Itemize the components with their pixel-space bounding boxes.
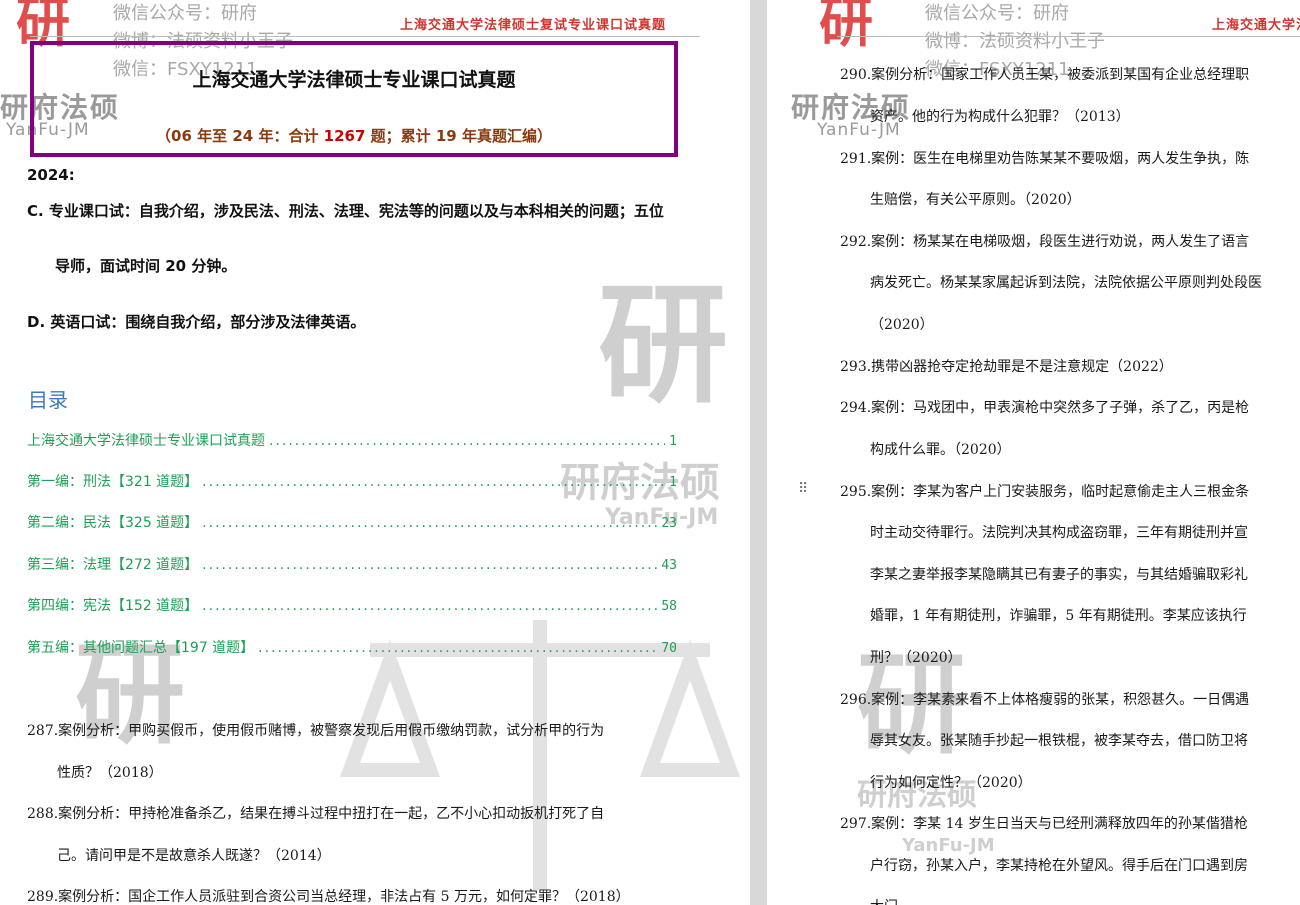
question-text-line: 辱其女友。张某随手抄起一根铁棍，被李某夺去，借口防卫将 [870,733,1248,749]
toc-entry[interactable]: 上海交通大学法律硕士专业课口试真题.......................… [27,430,677,450]
item-c-line1: C. 专业课口试：自我介绍，涉及民法、刑法、法理、宪法等的问题以及与本科相关的问… [27,202,664,220]
question-text-line: 刑？（2020） [870,650,962,666]
question-text-line: 290.案例分析：国家工作人员王某，被委派到某国有企业总经理职 [840,67,1250,83]
running-header: 上海交通大学法 [1212,18,1300,33]
document-subtitle: （06 年至 24 年：合计 1267 题；累计 19 年真题汇编） [156,127,552,145]
item-c-line2: 导师，面试时间 20 分钟。 [55,257,237,275]
question-text-line: 295.案例：李某为客户上门安装服务，临时起意偷走主人三根金条 [840,484,1250,500]
header-rule [837,36,1300,37]
page-gutter [750,0,767,905]
question-text-line: 户行窃，孙某入户，李某持枪在外望风。得手后在门口遇到房 [870,858,1248,874]
toc-entry[interactable]: 第一编：刑法【321 道题】..........................… [27,471,677,491]
watermark-seal-logo: 研 [819,0,873,54]
question-text-line: 289.案例分析：国企工作人员派驻到合资公司当总经理，非法占有 5 万元，如何定… [27,889,630,905]
question-text-line: （2020） [870,317,934,333]
question-text-line: 297.案例：李某 14 岁生日当天与已经刑满释放四年的孙某偕猎枪 [840,816,1248,832]
question-text-line: 病发死亡。杨某某家属起诉到法院，法院依据公平原则判处段医 [870,275,1262,291]
header-rule [30,36,700,37]
toc-entry[interactable]: 第四编：宪法【152 道题】..........................… [27,595,677,615]
question-text-line: 性质？（2018） [57,765,163,781]
question-text-line: 293.携带凶器抢夺定抢劫罪是不是注意规定（2022） [840,359,1173,375]
document-title: 上海交通大学法律硕士专业课口试真题 [192,69,516,91]
question-text-line: 287.案例分析：甲购买假币，使用假币赌博，被警察发现后用假币缴纳罚款，试分析甲… [27,723,605,739]
question-text-line: 296.案例：李某素来看不上体格瘦弱的张某，积怨甚久。一日偶遇 [840,692,1250,708]
question-text-line: 行为如何定性？（2020） [870,775,1032,791]
watermark-brand-en-bottom-right: YanFu-JM [902,835,995,856]
watermark-wechat-official: 微信公众号：研府 [113,3,257,24]
question-text-line: 292.案例：杨某某在电梯吸烟，段医生进行劝说，两人发生了语言 [840,234,1250,250]
question-text-line: 李某之妻举报李某隐瞒其已有妻子的事实，与其结婚骗取彩礼 [870,567,1248,583]
toc-entry[interactable]: 第三编：法理【272 道题】..........................… [27,554,677,574]
year-heading: 2024: [27,166,75,184]
toc-heading: 目录 [28,388,68,412]
question-text-line: 生赔偿，有关公平原则。（2020） [870,192,1081,208]
title-box: 上海交通大学法律硕士专业课口试真题 （06 年至 24 年：合计 1267 题；… [30,41,678,157]
question-text-line: 婚罪，1 年有期徒刑，诈骗罪，5 年有期徒刑。李某应该执行 [870,608,1247,624]
question-text-line: 288.案例分析：甲持枪准备杀乙，结果在搏斗过程中扭打在一起，乙不小心扣动扳机打… [27,806,605,822]
question-text-line: 己。请问甲是不是故意杀人既遂？（2014） [57,848,331,864]
document-page-right: 研 研府法硕 YanFu-JM 研 微信公众号：研府 微博：法硕资料小王子 微信… [767,0,1300,905]
watermark-weibo: 微博：法硕资料小王子 [925,31,1105,52]
item-d: D. 英语口试：围绕自我介绍，部分涉及法律英语。 [27,313,366,331]
question-text-line: 大门 [870,896,898,905]
question-text-line: 291.案例：医生在电梯里劝告陈某某不要吸烟，两人发生争执，陈 [840,151,1250,167]
watermark-wechat-official: 微信公众号：研府 [925,3,1069,24]
watermark-seal-large: 研 [598,269,729,421]
toc-entry[interactable]: 第五编：其他问题汇总【197 道题】......................… [27,637,677,657]
running-header: 上海交通大学法律硕士复试专业课口试真题 [400,18,667,33]
document-page-left: 研 研府法硕 YanFu-JM 研 研 微信公众号：研府 微博：法硕资料小王子 … [0,0,750,905]
toc-entry[interactable]: 第二编：民法【325 道题】..........................… [27,512,677,532]
question-text-line: 294.案例：马戏团中，甲表演枪中突然多了子弹，杀了乙，丙是枪 [840,400,1250,416]
question-text-line: 资产。他的行为构成什么犯罪？（2013） [870,109,1130,125]
drag-handle-icon[interactable]: ⠿ [798,482,808,496]
question-text-line: 时主动交待罪行。法院判决其构成盗窃罪，三年有期徒刑并宣 [870,525,1248,541]
question-text-line: 构成什么罪。（2020） [870,442,1011,458]
